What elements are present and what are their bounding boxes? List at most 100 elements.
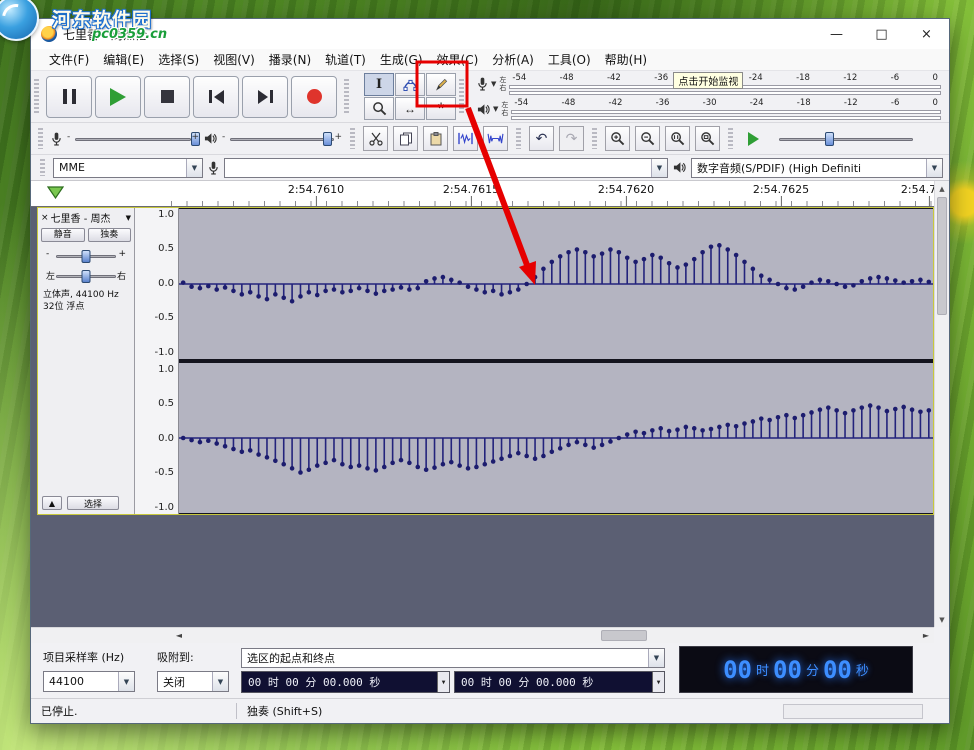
scroll-left-icon[interactable]: ◄ xyxy=(171,628,187,643)
selection-mode-select[interactable]: 选区的起点和终点 ▼ xyxy=(241,648,665,668)
horizontal-scroll-thumb[interactable] xyxy=(601,630,647,641)
minimize-button[interactable]: — xyxy=(814,19,859,49)
maximize-button[interactable]: □ xyxy=(859,19,904,49)
redo-button[interactable]: ↷ xyxy=(559,126,584,151)
close-button[interactable]: × xyxy=(904,19,949,49)
pause-button[interactable] xyxy=(46,76,92,118)
solo-button[interactable]: 独奏 xyxy=(88,228,132,242)
menu-edit[interactable]: 编辑(E) xyxy=(97,49,150,70)
silence-audio-button[interactable] xyxy=(483,126,508,151)
sample-rate-select[interactable]: 44100 ▼ xyxy=(43,671,135,692)
gain-slider[interactable]: - + xyxy=(44,247,128,264)
audio-host-select[interactable]: MME ▼ xyxy=(53,158,203,178)
toolbar-grip[interactable] xyxy=(40,159,45,177)
zoom-in-button[interactable] xyxy=(605,126,630,151)
audio-track[interactable]: × 七里香 - 周杰 ▼ 静音 独奏 - + 左 xyxy=(37,207,934,515)
dropdown-caret-icon[interactable]: ▼ xyxy=(651,159,667,177)
playback-volume-slider[interactable]: - + xyxy=(222,131,342,147)
zoom-fit-button[interactable] xyxy=(695,126,720,151)
playback-device-select[interactable]: 数字音频(S/PDIF) (High Definiti ▼ xyxy=(691,158,943,178)
track-menu-caret-icon[interactable]: ▼ xyxy=(126,214,131,222)
timeshift-tool-button[interactable]: ↔ xyxy=(395,97,425,120)
menu-select[interactable]: 选择(S) xyxy=(152,49,205,70)
record-volume-slider[interactable]: - + xyxy=(67,131,199,147)
pan-slider-thumb[interactable] xyxy=(82,270,91,283)
scroll-up-icon[interactable]: ▲ xyxy=(935,181,949,196)
play-button[interactable] xyxy=(95,76,141,118)
zoom-tool-button[interactable] xyxy=(364,97,394,120)
title-bar[interactable]: 七里香 - 周杰伦 — □ × xyxy=(31,19,949,49)
cut-button[interactable] xyxy=(363,126,388,151)
scroll-down-icon[interactable]: ▼ xyxy=(935,612,949,627)
horizontal-scrollbar[interactable]: ◄ ► xyxy=(31,627,934,643)
toolbar-grip[interactable] xyxy=(592,128,597,150)
selection-start-field[interactable]: 00 时 00 分 00.000 秒 ▼ xyxy=(241,671,450,693)
undo-button[interactable]: ↶ xyxy=(529,126,554,151)
zoom-selection-button[interactable] xyxy=(665,126,690,151)
timeline-pointer-icon[interactable] xyxy=(47,186,64,199)
vertical-scale-ruler[interactable]: 1.0 0.5 0.0 -0.5 -1.0 1.0 0.5 0.0 -0.5 -… xyxy=(135,208,179,514)
gain-slider-thumb[interactable] xyxy=(82,250,91,263)
menu-view[interactable]: 视图(V) xyxy=(207,49,261,70)
selection-tool-button[interactable]: I xyxy=(364,73,394,96)
menu-analyze[interactable]: 分析(A) xyxy=(486,49,540,70)
multi-tool-button[interactable]: * xyxy=(426,97,456,120)
play-speed-thumb[interactable] xyxy=(825,132,834,146)
dropdown-caret-icon[interactable]: ▼ xyxy=(926,159,942,177)
play-at-speed-button[interactable] xyxy=(741,126,766,151)
toolbar-grip[interactable] xyxy=(459,79,464,115)
toolbar-grip[interactable] xyxy=(344,79,349,115)
scissors-icon xyxy=(369,132,383,146)
scroll-right-icon[interactable]: ► xyxy=(918,628,934,643)
selection-end-field[interactable]: 00 时 00 分 00.000 秒 ▼ xyxy=(454,671,665,693)
meter-dropdown-icon[interactable]: ▼ xyxy=(491,80,496,88)
vertical-scrollbar[interactable]: ▲ ▼ xyxy=(934,181,949,627)
menu-generate[interactable]: 生成(G) xyxy=(374,49,429,70)
menu-transport[interactable]: 播录(N) xyxy=(263,49,317,70)
toolbar-grip[interactable] xyxy=(516,128,521,150)
spinner-caret-icon[interactable]: ▼ xyxy=(437,672,449,692)
copy-button[interactable] xyxy=(393,126,418,151)
timeline-ruler[interactable]: 2:54.7610 2:54.7615 2:54.7620 2:54.7625 … xyxy=(31,181,949,207)
playback-volume-thumb[interactable] xyxy=(323,132,332,146)
playback-meter[interactable]: ▼ 左右 -54-48-42-36-30-24-18-12-60 xyxy=(477,98,941,121)
dropdown-caret-icon[interactable]: ▼ xyxy=(186,159,202,177)
mute-button[interactable]: 静音 xyxy=(41,228,85,242)
toolbar-grip[interactable] xyxy=(38,128,43,150)
meter-dropdown-icon[interactable]: ▼ xyxy=(493,105,498,113)
pan-slider[interactable]: 左 右 xyxy=(44,267,128,284)
track-name[interactable]: 七里香 - 周杰 xyxy=(51,210,124,225)
draw-tool-button[interactable] xyxy=(426,73,456,96)
toolbar-grip[interactable] xyxy=(34,79,39,115)
envelope-tool-button[interactable] xyxy=(395,73,425,96)
toolbar-grip[interactable] xyxy=(728,128,733,150)
collapse-track-button[interactable]: ▲ xyxy=(42,496,62,510)
paste-button[interactable] xyxy=(423,126,448,151)
trim-audio-button[interactable] xyxy=(453,126,478,151)
spinner-caret-icon[interactable]: ▼ xyxy=(652,672,664,692)
dropdown-caret-icon[interactable]: ▼ xyxy=(648,649,664,667)
menu-tracks[interactable]: 轨道(T) xyxy=(319,49,372,70)
dropdown-caret-icon[interactable]: ▼ xyxy=(118,672,134,691)
skip-start-button[interactable] xyxy=(193,76,239,118)
waveform-channel-right[interactable] xyxy=(179,363,933,513)
skip-end-button[interactable] xyxy=(242,76,288,118)
track-close-button[interactable]: × xyxy=(41,213,49,223)
record-button[interactable] xyxy=(291,76,337,118)
zoom-out-button[interactable] xyxy=(635,126,660,151)
menu-file[interactable]: 文件(F) xyxy=(43,49,95,70)
snap-select[interactable]: 关闭 ▼ xyxy=(157,671,229,692)
vertical-scroll-thumb[interactable] xyxy=(937,197,947,315)
toolbar-grip[interactable] xyxy=(350,128,355,150)
waveform-channel-left[interactable] xyxy=(179,209,933,359)
recording-device-select[interactable]: ▼ xyxy=(224,158,668,178)
select-track-button[interactable]: 选择 xyxy=(67,496,119,510)
recording-meter[interactable]: ▼ 左右 -54-48-42-36-30-24-18-12-60 点击开始监视 xyxy=(477,73,941,96)
menu-help[interactable]: 帮助(H) xyxy=(599,49,653,70)
dropdown-caret-icon[interactable]: ▼ xyxy=(212,672,228,691)
menu-effect[interactable]: 效果(C) xyxy=(431,49,485,70)
stop-button[interactable] xyxy=(144,76,190,118)
play-speed-slider[interactable] xyxy=(771,131,921,147)
monitor-tooltip[interactable]: 点击开始监视 xyxy=(673,72,743,89)
menu-tools[interactable]: 工具(O) xyxy=(542,49,597,70)
